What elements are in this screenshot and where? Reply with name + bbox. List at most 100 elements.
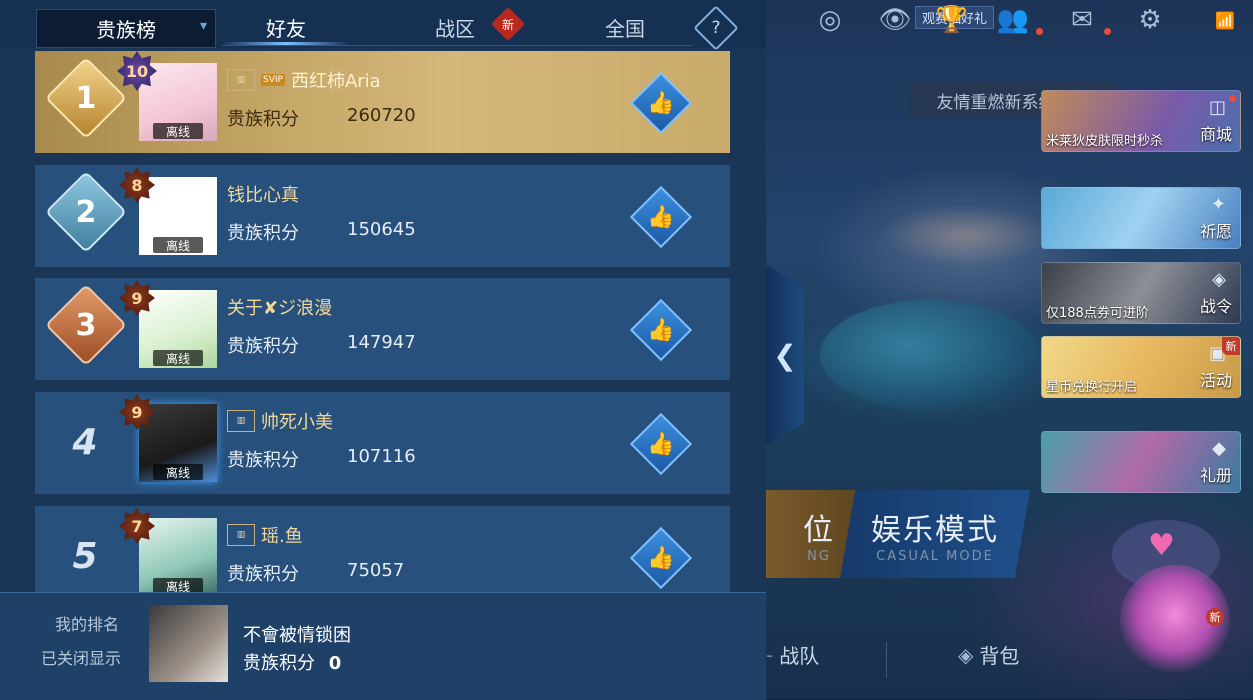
thumbs-up-icon[interactable]: 👍 bbox=[639, 536, 683, 580]
player-name-line: 关于✘ジ浪漫 bbox=[227, 294, 332, 320]
nav-bag[interactable]: ◈ 背包 bbox=[958, 640, 1019, 669]
ranking-row[interactable]: 5 离线 7 ▥ 瑶.鱼 贵族积分 75057 👍 bbox=[35, 506, 730, 592]
tab-divider bbox=[222, 45, 692, 46]
tab-label: 全国 bbox=[605, 16, 645, 41]
vip-frame-icon: ▥ bbox=[227, 524, 255, 546]
offline-status: 离线 bbox=[153, 350, 203, 366]
my-score-line: 贵族积分 0 bbox=[243, 649, 341, 675]
friends-notification-dot bbox=[1036, 28, 1043, 35]
avatar[interactable]: 离线 bbox=[139, 404, 217, 482]
player-name-line: ▥ 瑶.鱼 bbox=[227, 522, 303, 548]
offline-status: 离线 bbox=[153, 578, 203, 592]
ranking-type-dropdown[interactable]: 贵族榜 ▾ bbox=[36, 9, 216, 48]
mail-icon[interactable]: ✉ bbox=[1062, 0, 1102, 40]
player-name-line: ▥ 帅死小美 bbox=[227, 408, 333, 434]
player-name-line: ▥ SVIP 西红柿Aria bbox=[227, 67, 381, 93]
side-card-caption: 米莱狄皮肤限时秒杀 bbox=[1046, 134, 1164, 149]
ranking-row[interactable]: 4 离线 9 ▥ 帅死小美 贵族积分 107116 👍 bbox=[35, 392, 730, 494]
my-avatar[interactable] bbox=[149, 605, 228, 682]
thumbs-up-icon[interactable]: 👍 bbox=[639, 308, 683, 352]
ranking-row[interactable]: 3 离线 9 关于✘ジ浪漫 贵族积分 147947 👍 bbox=[35, 278, 730, 380]
tab-label: 好友 bbox=[266, 16, 306, 41]
score-label: 贵族积分 bbox=[227, 564, 299, 585]
rank-number: 3 bbox=[75, 307, 97, 343]
settings-gear-icon[interactable]: ⚙ bbox=[1130, 0, 1170, 40]
my-score-value: 0 bbox=[328, 653, 342, 674]
nav-team[interactable]: - 战队 bbox=[766, 640, 819, 669]
side-card-pass[interactable]: ◈ 仅188点券可进阶 战令 bbox=[1041, 262, 1241, 324]
side-card-caption: 仅188点券可进阶 bbox=[1046, 306, 1149, 321]
casual-mode-button[interactable]: 娱乐模式 CASUAL MODE bbox=[840, 490, 1030, 578]
help-icon[interactable]: ? bbox=[700, 12, 732, 44]
heart-icon: ♥ bbox=[1148, 528, 1175, 563]
score-label: 贵族积分 bbox=[243, 653, 315, 674]
wish-icon: ✦ bbox=[1210, 194, 1226, 215]
tab-friends[interactable]: 好友 bbox=[222, 10, 350, 44]
new-badge: 新 bbox=[501, 17, 514, 32]
side-card-label: 祈愿 bbox=[1199, 222, 1232, 241]
rank-silver-badge: 2 bbox=[44, 170, 128, 254]
side-card-shop[interactable]: ◫ 米莱狄皮肤限时秒杀 商城 bbox=[1041, 90, 1241, 152]
thumbs-up-icon[interactable]: 👍 bbox=[639, 81, 683, 125]
rank-bronze-badge: 3 bbox=[44, 283, 128, 367]
noble-level: 9 bbox=[131, 402, 143, 422]
offline-status: 离线 bbox=[153, 123, 203, 139]
team-icon: - bbox=[766, 642, 774, 667]
svip-badge: SVIP bbox=[261, 74, 285, 86]
side-card-caption: 星币兑换行开启 bbox=[1046, 380, 1138, 395]
eye-icon[interactable]: 👁 bbox=[875, 0, 915, 40]
ranking-panel: 贵族榜 ▾ 好友 战区 新 全国 ? 1 离线 10 ▥ SVIP 西红柿Ari… bbox=[0, 0, 766, 700]
trophy-icon[interactable]: 🏆 bbox=[932, 0, 972, 40]
nav-divider bbox=[886, 642, 887, 678]
noble-level: 9 bbox=[131, 288, 143, 308]
pet-new-badge: 新 bbox=[1206, 608, 1224, 626]
casual-mode-title: 娱乐模式 bbox=[871, 512, 999, 548]
player-name: 关于✘ジ浪漫 bbox=[227, 298, 333, 319]
player-name: 帅死小美 bbox=[261, 412, 333, 433]
panel-collapse-button[interactable]: ❮ bbox=[766, 265, 804, 445]
rank-number: 4 bbox=[72, 422, 98, 463]
ranked-mode-title: 位 bbox=[803, 512, 835, 548]
wifi-battery-icon: 📶 bbox=[1215, 10, 1235, 30]
thumbs-up-icon[interactable]: 👍 bbox=[639, 195, 683, 239]
rank-gold-badge: 1 bbox=[44, 56, 128, 140]
side-card-activity[interactable]: ▣ 星币兑换行开启 活动 新 bbox=[1041, 336, 1241, 398]
avatar[interactable]: 离线 bbox=[139, 177, 217, 255]
whale-art bbox=[820, 300, 1040, 410]
score-value: 147947 bbox=[347, 332, 416, 353]
notification-dot bbox=[1229, 95, 1236, 102]
new-badge: 新 bbox=[1222, 337, 1240, 355]
score-label: 贵族积分 bbox=[227, 336, 299, 357]
friends-icon[interactable]: 👥 bbox=[993, 0, 1033, 40]
side-card-gift-book[interactable]: ◆ 礼册 bbox=[1041, 431, 1241, 493]
target-icon[interactable]: ◎ bbox=[810, 0, 850, 40]
nav-team-label: 战队 bbox=[779, 644, 820, 668]
player-name-line: 钱比心真 bbox=[227, 181, 299, 207]
bag-icon: ◈ bbox=[958, 642, 974, 667]
ranking-row[interactable]: 1 离线 10 ▥ SVIP 西红柿Aria 贵族积分 260720 👍 bbox=[35, 51, 730, 153]
floating-island-art bbox=[880, 205, 1050, 265]
side-card-label: 礼册 bbox=[1199, 466, 1232, 485]
side-card-label: 战令 bbox=[1199, 297, 1232, 316]
thumbs-up-icon[interactable]: 👍 bbox=[639, 422, 683, 466]
vip-frame-icon: ▥ bbox=[227, 410, 255, 432]
side-card-wish[interactable]: ✦ 祈愿 bbox=[1041, 187, 1241, 249]
player-name: 瑶.鱼 bbox=[261, 526, 303, 547]
offline-status: 离线 bbox=[153, 237, 203, 253]
mail-notification-dot bbox=[1104, 28, 1111, 35]
tab-label: 战区 bbox=[435, 16, 475, 41]
player-name: 钱比心真 bbox=[227, 185, 299, 206]
score-label: 贵族积分 bbox=[227, 450, 299, 471]
score-value: 107116 bbox=[347, 446, 416, 467]
ranking-row[interactable]: 2 离线 8 钱比心真 贵族积分 150645 👍 bbox=[35, 165, 730, 267]
noble-level: 10 bbox=[125, 61, 149, 81]
avatar[interactable]: 离线 bbox=[139, 290, 217, 368]
shop-icon: ◫ bbox=[1208, 97, 1226, 118]
chevron-down-icon: ▾ bbox=[199, 18, 207, 34]
tab-war-zone[interactable]: 战区 bbox=[420, 10, 490, 44]
side-card-label: 商城 bbox=[1199, 125, 1232, 144]
tab-nationwide[interactable]: 全国 bbox=[590, 10, 660, 44]
chevron-left-icon: ❮ bbox=[773, 338, 797, 372]
ranked-mode-subtitle: NG bbox=[807, 548, 831, 564]
rank-number: 2 bbox=[75, 194, 97, 230]
